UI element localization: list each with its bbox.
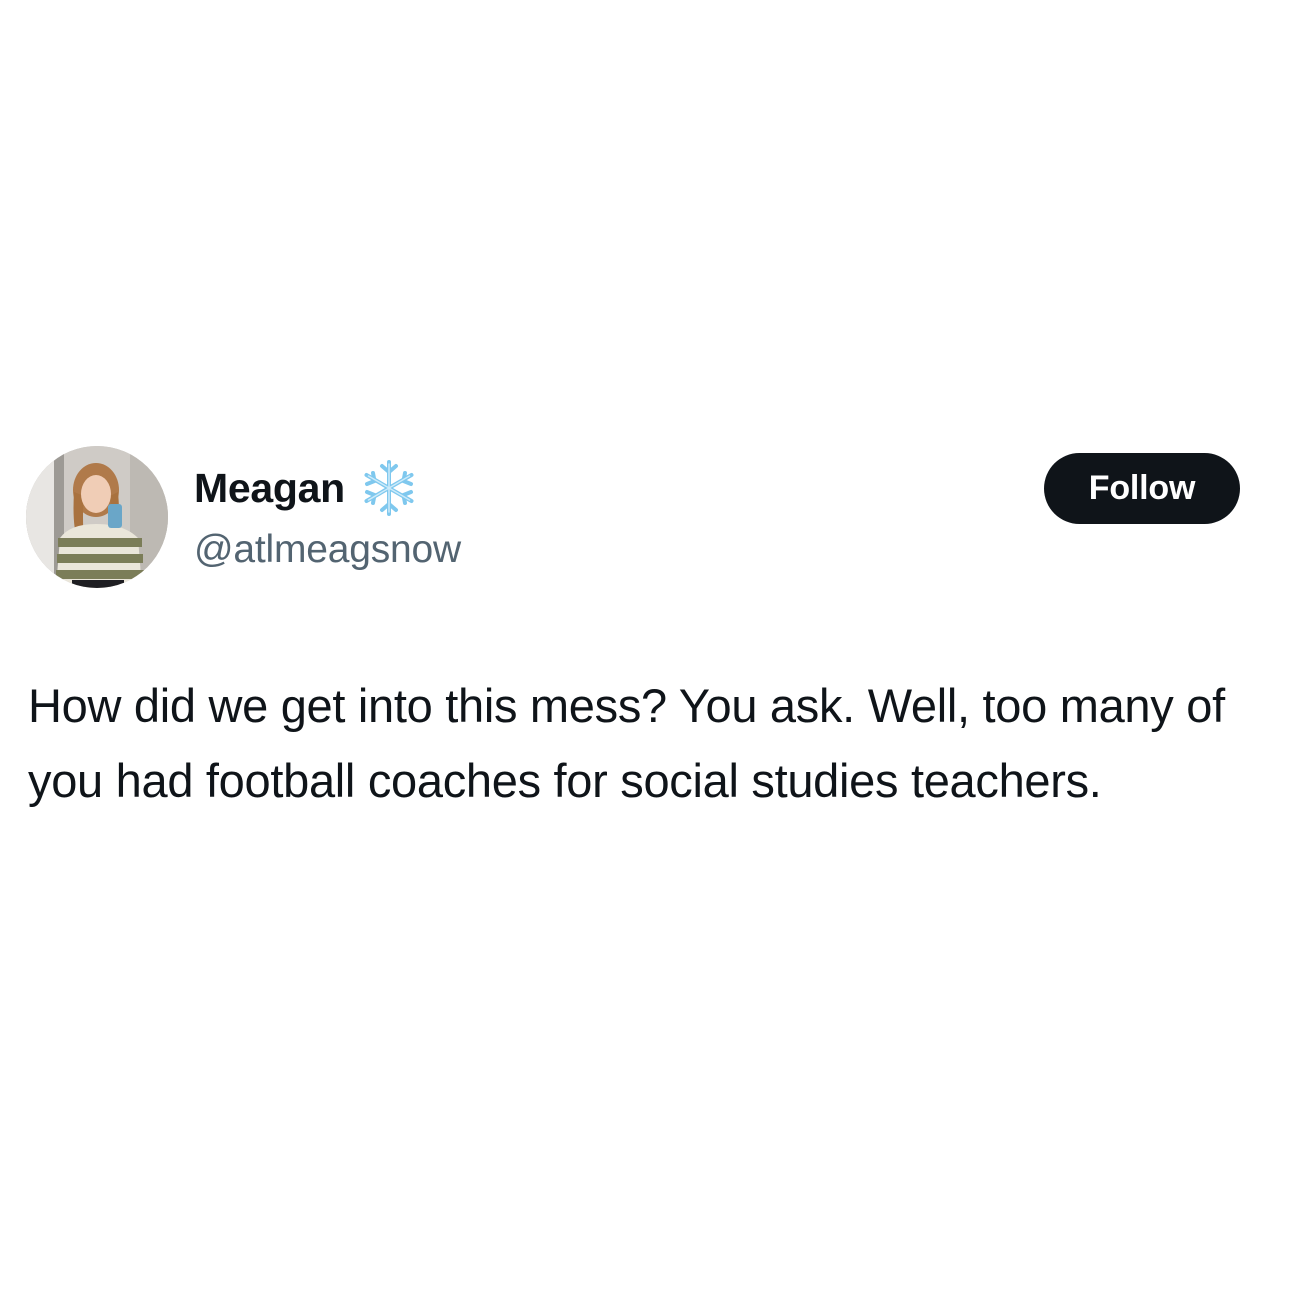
author-name-row: Meagan: [194, 460, 419, 516]
tweet-text: How did we get into this mess? You ask. …: [28, 679, 1225, 807]
avatar[interactable]: [26, 446, 168, 588]
snowflake-icon: [359, 458, 419, 518]
follow-button[interactable]: Follow: [1044, 453, 1240, 524]
user-handle[interactable]: @atlmeagsnow: [194, 524, 461, 576]
display-name[interactable]: Meagan: [194, 462, 345, 514]
tweet-card: Meagan @atlmeagsnow Follow How did we ge…: [0, 0, 1290, 1290]
avatar-photo: [26, 446, 168, 588]
